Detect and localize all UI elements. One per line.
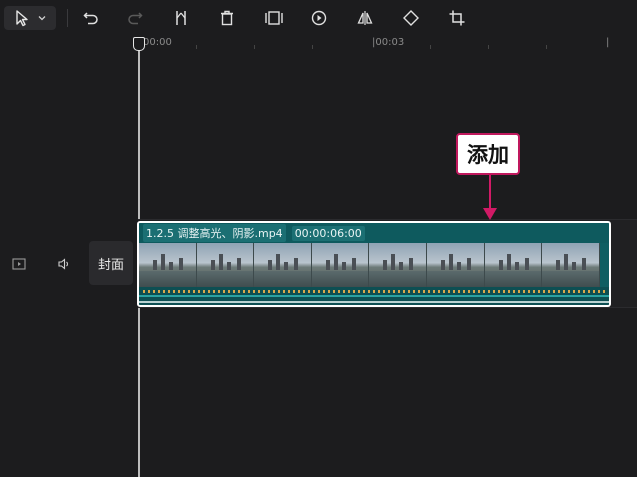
clip-thumbnail xyxy=(139,243,197,287)
redo-button[interactable] xyxy=(124,6,146,30)
clip-thumbnail xyxy=(542,243,600,287)
clip-title: 1.2.5 调整高光、阴影.mp4 xyxy=(143,224,286,242)
delete-button[interactable] xyxy=(216,6,238,30)
split-icon xyxy=(172,9,190,27)
clip-thumbnail xyxy=(484,243,543,287)
split-button[interactable] xyxy=(170,6,192,30)
select-tool-button[interactable] xyxy=(4,6,56,30)
clip-header: 1.2.5 调整高光、阴影.mp4 00:00:06:00 xyxy=(139,223,609,243)
clip-thumbnail xyxy=(254,243,312,287)
clip-thumbnail xyxy=(426,243,485,287)
chevron-down-icon[interactable] xyxy=(37,13,47,23)
redo-icon xyxy=(126,9,144,27)
clip-thumbnail xyxy=(196,243,255,287)
annotation-arrow-head xyxy=(483,208,497,220)
mirror-button[interactable] xyxy=(354,6,376,30)
ruler-minor-tick xyxy=(430,45,431,49)
video-track-icon xyxy=(12,255,26,274)
ruler-minor-tick xyxy=(312,45,313,49)
speaker-icon xyxy=(57,255,71,274)
mirror-icon xyxy=(356,9,374,27)
ruler-minor-tick xyxy=(546,45,547,49)
freeze-frame-button[interactable] xyxy=(262,6,286,30)
crop-button[interactable] xyxy=(446,6,468,30)
ruler-minor-tick xyxy=(196,45,197,49)
clip-duration: 00:00:06:00 xyxy=(291,225,365,241)
cover-button[interactable]: 封面 xyxy=(89,241,133,285)
ruler-label-end: | xyxy=(606,37,610,48)
undo-button[interactable] xyxy=(80,6,102,30)
freeze-frame-icon xyxy=(264,9,284,27)
cursor-arrow-icon xyxy=(13,9,31,27)
ruler-label-start: 00:00 xyxy=(143,37,172,48)
timeline-ruler[interactable]: 00:00 |00:03 | xyxy=(0,36,637,50)
ruler-minor-tick xyxy=(488,45,489,49)
annotation-callout: 添加 xyxy=(456,133,520,175)
toolbar-divider xyxy=(67,9,68,27)
track-mute-button[interactable] xyxy=(55,255,73,273)
trash-icon xyxy=(218,9,236,27)
playhead-handle[interactable] xyxy=(133,37,145,51)
annotation-arrow xyxy=(489,175,491,211)
reverse-icon xyxy=(310,9,328,27)
clip-thumbnail xyxy=(369,243,427,287)
ruler-minor-tick xyxy=(254,45,255,49)
undo-icon xyxy=(82,9,100,27)
toolbar xyxy=(0,0,637,36)
track-video-toggle[interactable] xyxy=(11,256,27,272)
rotate-icon xyxy=(402,9,420,27)
clip-thumbnails xyxy=(139,243,609,287)
ruler-label-3s: |00:03 xyxy=(372,37,405,48)
reverse-button[interactable] xyxy=(308,6,330,30)
audio-waveform xyxy=(139,287,609,305)
video-clip[interactable]: 1.2.5 调整高光、阴影.mp4 00:00:06:00 xyxy=(137,221,611,307)
rotate-button[interactable] xyxy=(400,6,422,30)
clip-thumbnail xyxy=(311,243,370,287)
crop-icon xyxy=(448,9,466,27)
